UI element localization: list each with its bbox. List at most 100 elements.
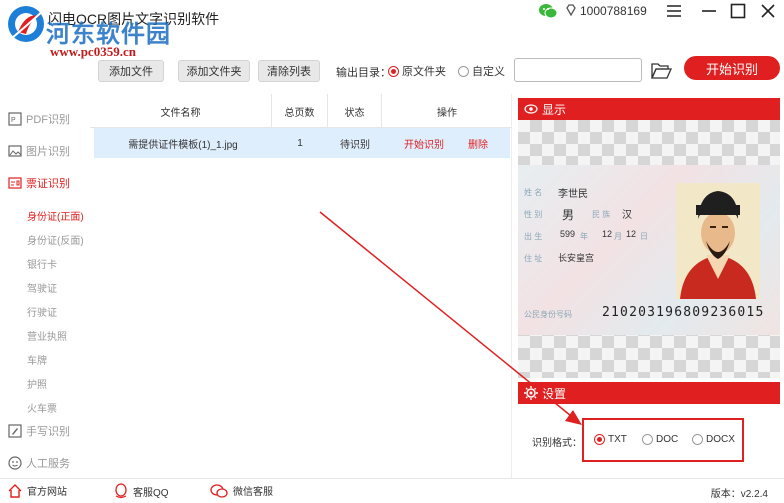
format-txt-radio[interactable]: TXT (594, 434, 627, 445)
file-table: 文件名称 总页数 状态 操作 需提供证件模板(1)_1.jpg 1 待识别 开始… (90, 94, 512, 478)
col-action: 操作 (437, 107, 457, 119)
wechat-service-label: 微信客服 (233, 487, 273, 498)
sidebar-item-pdf[interactable]: P PDF识别 (8, 108, 70, 130)
minimize-icon[interactable] (695, 0, 723, 22)
sidebar-item-image[interactable]: 图片识别 (8, 140, 70, 162)
sidebar-item-handwriting[interactable]: 手写识别 (8, 420, 70, 442)
table-row[interactable]: 需提供证件模板(1)_1.jpg 1 待识别 开始识别 删除 (94, 128, 510, 158)
sidebar-sub-vehicle-license[interactable]: 行驶证 (27, 304, 57, 319)
sidebar-sub-license-plate[interactable]: 车牌 (27, 352, 47, 367)
id-card-image: 姓 名 李世民 性 别 男 民 族 汉 出 生 599 年 12 月 12 日 … (518, 165, 780, 335)
format-docx-radio[interactable]: DOCX (692, 434, 735, 445)
gear-icon (524, 386, 538, 400)
output-path-input[interactable] (514, 58, 642, 82)
card-month-label: 月 (614, 232, 622, 241)
radio-unchecked-icon (458, 65, 469, 77)
col-filename: 文件名称 (90, 94, 272, 128)
home-icon (8, 483, 22, 498)
row-start-button[interactable]: 开始识别 (398, 128, 450, 158)
clear-list-button[interactable]: 清除列表 (258, 60, 320, 82)
sidebar-sub-bank-card[interactable]: 银行卡 (27, 256, 57, 271)
diamond-icon (566, 4, 576, 16)
sidebar: P PDF识别 图片识别 票证识别 身份证(正面) 身份证(反面) 银行卡 驾驶… (0, 94, 90, 478)
card-day-label: 日 (640, 232, 648, 241)
format-doc-label: DOC (656, 434, 679, 445)
card-id-number: 210203196809236015 (602, 305, 765, 320)
wechat-service-link[interactable]: 微信客服 (210, 483, 273, 498)
output-dir-label: 输出目录： (336, 67, 391, 79)
qq-service-label: 客服QQ (133, 487, 169, 499)
card-id-label: 公民身份号码 (524, 310, 572, 319)
sidebar-item-label: 人工服务 (26, 458, 70, 470)
card-name-label: 姓 名 (524, 188, 543, 197)
wechat-service-icon (210, 483, 228, 498)
settings-panel-title: 设置 (542, 386, 567, 401)
display-panel-title: 显示 (542, 102, 567, 117)
sidebar-item-service[interactable]: 人工服务 (8, 452, 70, 474)
sidebar-sub-business-license[interactable]: 营业执照 (27, 328, 67, 343)
sidebar-item-label: 票证识别 (26, 178, 70, 190)
cell-status: 待识别 (340, 139, 370, 151)
footer: 官方网站 客服QQ 微信客服 版本：v2.2.4 (0, 478, 784, 503)
version-label: 版本：v2.2.4 (710, 489, 768, 500)
display-panel-header: 显示 (518, 98, 780, 120)
sidebar-sub-idcard-back[interactable]: 身份证(反面) (27, 232, 84, 247)
card-birth-label: 出 生 (524, 232, 543, 241)
row-delete-button[interactable]: 删除 (460, 128, 496, 158)
image-icon (8, 145, 22, 157)
radio-checked-icon (388, 65, 399, 77)
start-recognition-button[interactable]: 开始识别 (684, 56, 780, 80)
table-header: 文件名称 总页数 状态 操作 (90, 94, 512, 128)
official-website-link[interactable]: 官方网站 (8, 483, 67, 498)
settings-panel-header: 设置 (518, 382, 780, 404)
card-address: 长安皇宫 (558, 253, 595, 263)
settings-panel: 识别格式： TXT DOC DOCX (518, 404, 780, 474)
sidebar-item-label: 图片识别 (26, 146, 70, 158)
format-txt-label: TXT (608, 434, 627, 445)
col-pages: 总页数 (272, 94, 328, 128)
sidebar-sub-driver-license[interactable]: 驾驶证 (27, 280, 57, 295)
user-id: 1000788169 (580, 4, 647, 18)
add-folder-button[interactable]: 添加文件夹 (178, 60, 250, 82)
toolbar: 添加文件 添加文件夹 清除列表 输出目录： 原文件夹 自定义 开始识别 (90, 55, 784, 87)
wechat-icon[interactable] (538, 2, 558, 20)
format-docx-label: DOCX (706, 434, 735, 445)
radio-checked-icon (594, 434, 605, 445)
qq-icon (115, 483, 127, 499)
card-name: 李世民 (558, 189, 588, 200)
format-label: 识别格式： (532, 438, 582, 449)
card-birth-day: 12 (626, 229, 637, 239)
svg-text:P: P (11, 117, 16, 124)
format-highlight-box: TXT DOC DOCX (582, 418, 744, 462)
output-custom-radio[interactable]: 自定义 (458, 63, 505, 79)
maximize-icon[interactable] (724, 0, 752, 22)
cell-pages: 1 (297, 137, 303, 149)
card-icon (8, 177, 22, 189)
qq-service-link[interactable]: 客服QQ (114, 483, 169, 499)
card-ethnic-label: 民 族 (592, 210, 611, 219)
sidebar-item-label: 手写识别 (26, 426, 70, 438)
close-icon[interactable] (754, 0, 782, 22)
title-bar: 闪电OCR图片文字识别软件 河东软件园 www.pc0359.cn 100078… (0, 0, 784, 59)
card-year-label: 年 (580, 232, 588, 241)
card-sex-label: 性 别 (524, 210, 543, 219)
card-birth-month: 12 (602, 229, 613, 239)
image-preview: 姓 名 李世民 性 别 男 民 族 汉 出 生 599 年 12 月 12 日 … (518, 120, 780, 378)
sidebar-sub-train-ticket[interactable]: 火车票 (27, 400, 57, 415)
card-ethnic: 汉 (622, 210, 632, 221)
handwriting-icon (8, 424, 22, 438)
add-file-button[interactable]: 添加文件 (98, 60, 164, 82)
official-website-label: 官方网站 (27, 487, 67, 498)
service-icon (8, 456, 22, 470)
sidebar-item-card[interactable]: 票证识别 (8, 172, 70, 194)
card-birth-year: 599 (560, 229, 576, 239)
menu-icon[interactable] (660, 0, 688, 22)
output-source-folder-radio[interactable]: 原文件夹 (388, 63, 446, 79)
folder-open-icon[interactable] (650, 60, 672, 80)
sidebar-sub-idcard-front[interactable]: 身份证(正面) (27, 208, 84, 223)
sidebar-item-label: PDF识别 (26, 114, 70, 126)
col-status: 状态 (328, 94, 382, 128)
sidebar-sub-passport[interactable]: 护照 (27, 376, 47, 391)
format-doc-radio[interactable]: DOC (642, 434, 678, 445)
card-address-label: 住 址 (524, 254, 543, 263)
